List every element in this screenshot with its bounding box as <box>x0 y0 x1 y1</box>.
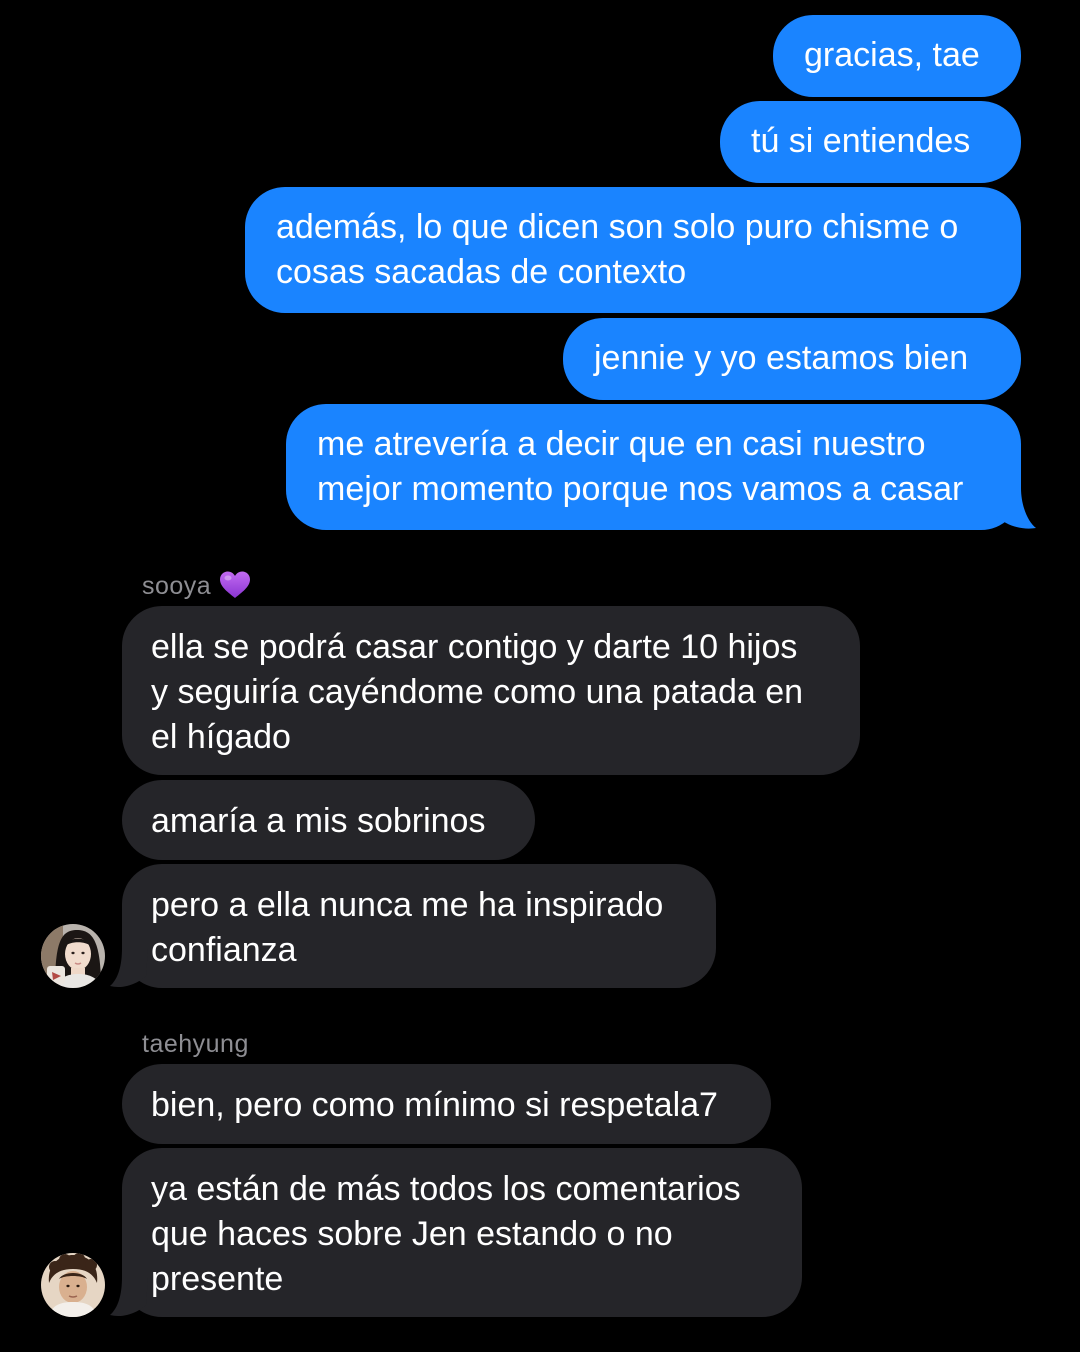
message-line: mejor momento porque nos vamos a casar <box>317 470 964 508</box>
sender-name: sooya <box>142 572 212 600</box>
sent-bubble-tail <box>990 488 1036 529</box>
message-line: pero a ella nunca me ha inspirado <box>151 886 664 924</box>
message-line: presente <box>151 1260 284 1298</box>
message-line: que haces sobre Jen estando o no <box>151 1215 673 1253</box>
sender-name: taehyung <box>142 1030 249 1058</box>
message-line: ella se podrá casar contigo y darte 10 h… <box>151 628 798 666</box>
sent-message-bubble[interactable]: además, lo que dicen son solo puro chism… <box>245 187 1021 313</box>
sent-message-bubble[interactable]: jennie y yo estamos bien <box>563 318 1021 400</box>
message-line: ya están de más todos los comentarios <box>151 1170 741 1208</box>
sender-name-label: taehyung <box>142 1029 249 1059</box>
message-line: me atrevería a decir que en casi nuestro <box>317 425 926 463</box>
message-line: amaría a mis sobrinos <box>151 802 486 840</box>
sent-message-bubble[interactable]: gracias, tae <box>773 15 1021 97</box>
sender-name-label: sooya <box>142 570 251 601</box>
received-message-bubble[interactable]: pero a ella nunca me ha inspirado confia… <box>122 864 716 988</box>
avatar-sooya[interactable] <box>41 924 105 988</box>
message-line: además, lo que dicen son solo puro chism… <box>276 208 959 246</box>
message-line: el hígado <box>151 718 291 756</box>
received-message-bubble[interactable]: amaría a mis sobrinos <box>122 780 535 860</box>
received-bubble-tail <box>110 948 148 987</box>
received-bubble-tail <box>110 1277 148 1316</box>
received-message-bubble[interactable]: ya están de más todos los comentarios qu… <box>122 1148 802 1317</box>
message-line: cosas sacadas de contexto <box>276 253 687 291</box>
avatar-taehyung[interactable] <box>41 1253 105 1317</box>
received-message-bubble[interactable]: ella se podrá casar contigo y darte 10 h… <box>122 606 860 775</box>
avatar-taehyung-image <box>41 1253 105 1317</box>
avatar-sooya-image <box>41 924 105 988</box>
message-line: confianza <box>151 931 297 969</box>
message-line: bien, pero como mínimo si respetala7 <box>151 1086 718 1124</box>
sent-message-bubble[interactable]: tú si entiendes <box>720 101 1021 183</box>
message-line: tú si entiendes <box>751 122 971 160</box>
message-line: jennie y yo estamos bien <box>594 339 969 377</box>
message-line: gracias, tae <box>804 36 980 74</box>
purple-heart-icon <box>220 571 251 598</box>
received-message-bubble[interactable]: bien, pero como mínimo si respetala7 <box>122 1064 771 1144</box>
message-line: y seguiría cayéndome como una patada en <box>151 673 804 711</box>
sent-message-bubble[interactable]: me atrevería a decir que en casi nuestro… <box>286 404 1021 530</box>
